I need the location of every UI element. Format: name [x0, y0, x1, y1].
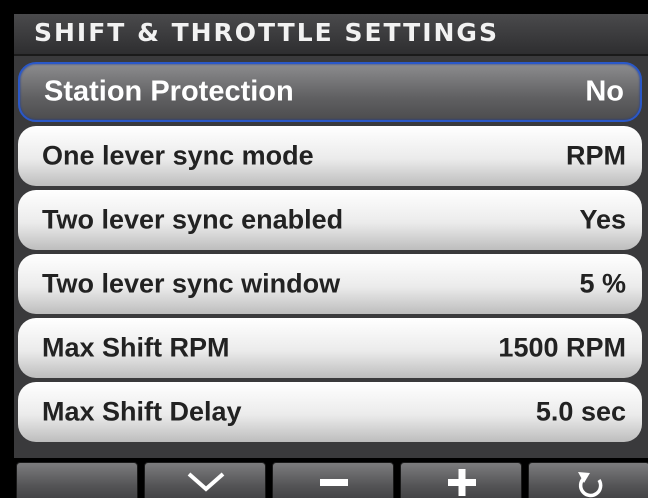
setting-label: Max Shift Delay	[42, 396, 242, 427]
setting-value: RPM	[566, 140, 626, 171]
setting-label: Two lever sync window	[42, 268, 341, 299]
setting-row-station-protection[interactable]: Station Protection No	[18, 62, 642, 122]
softkey-blank-button[interactable]	[16, 462, 138, 498]
softkey-bar	[14, 458, 648, 498]
setting-row-two-lever-sync-enabled[interactable]: Two lever sync enabled Yes	[18, 190, 642, 250]
setting-value: 5.0 sec	[535, 396, 626, 427]
softkey-minus-button[interactable]	[272, 462, 394, 498]
chevron-down-icon	[187, 472, 225, 492]
setting-value: 1500 RPM	[498, 332, 626, 363]
setting-row-max-shift-rpm[interactable]: Max Shift RPM 1500 RPM	[18, 318, 642, 378]
setting-value: Yes	[579, 204, 626, 235]
plus-icon	[448, 469, 476, 496]
setting-value: No	[585, 75, 624, 108]
setting-label: One lever sync mode	[42, 140, 314, 171]
setting-label: Station Protection	[44, 75, 294, 108]
minus-icon	[320, 479, 348, 486]
back-rotate-icon	[578, 472, 603, 498]
softkey-down-button[interactable]	[144, 462, 266, 498]
setting-label: Two lever sync enabled	[42, 204, 344, 235]
page-title: SHIFT & THROTTLE SETTINGS	[34, 18, 499, 47]
softkey-plus-button[interactable]	[400, 462, 522, 498]
softkey-back-button[interactable]	[528, 462, 648, 498]
setting-value: 5 %	[579, 268, 626, 299]
title-bar: SHIFT & THROTTLE SETTINGS	[14, 14, 648, 56]
setting-label: Max Shift RPM	[42, 332, 230, 363]
settings-screen: SHIFT & THROTTLE SETTINGS Station Protec…	[14, 14, 648, 498]
setting-row-one-lever-sync-mode[interactable]: One lever sync mode RPM	[18, 126, 642, 186]
setting-row-two-lever-sync-window[interactable]: Two lever sync window 5 %	[18, 254, 642, 314]
setting-row-max-shift-delay[interactable]: Max Shift Delay 5.0 sec	[18, 382, 642, 442]
